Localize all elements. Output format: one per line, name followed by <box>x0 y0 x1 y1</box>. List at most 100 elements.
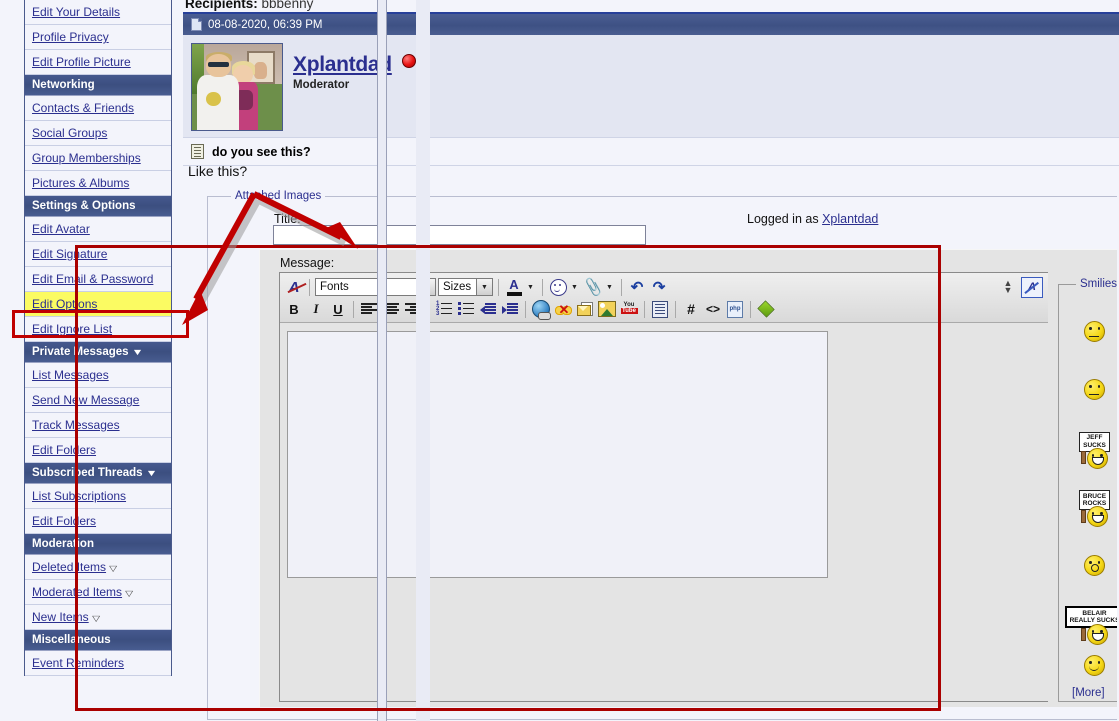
smilie-face <box>1084 654 1105 676</box>
smilies-more-link[interactable]: [More] <box>1072 687 1105 699</box>
sidebar-item-edit-ignore-list[interactable]: Edit Ignore List <box>25 317 171 342</box>
sidebar-item-label[interactable]: Event Reminders <box>32 656 124 670</box>
chevron-down-outline-icon[interactable]: ▽ <box>92 614 100 623</box>
toolbar-separator <box>542 278 543 296</box>
post-body: Xplantdad Moderator <box>183 35 1119 137</box>
insert-link-icon[interactable] <box>531 300 551 320</box>
sidebar-item-label[interactable]: Profile Privacy <box>32 30 109 44</box>
sidebar-item-label[interactable]: New Items <box>32 610 89 624</box>
remove-formatting-icon[interactable]: A <box>284 278 304 297</box>
sidebar-item-edit-profile-picture[interactable]: Edit Profile Picture <box>25 50 171 75</box>
insert-html-icon[interactable]: <> <box>703 300 723 319</box>
sidebar-item-social-groups[interactable]: Social Groups <box>25 121 171 146</box>
smilie-chevron-down-icon[interactable]: ▼ <box>568 278 581 297</box>
avatar[interactable] <box>191 43 283 131</box>
underline-icon[interactable]: U <box>328 300 348 319</box>
resize-editor-icon[interactable]: ▲ ▼ <box>998 278 1018 297</box>
sidebar-item-list-messages[interactable]: List Messages <box>25 363 171 388</box>
font-color-chevron-down-icon[interactable]: ▼ <box>524 278 537 297</box>
smilie-belair-really-sucks[interactable]: BELAIR REALLY SUCKS <box>1064 606 1117 646</box>
insert-image-icon[interactable] <box>597 300 617 319</box>
font-size-select[interactable]: Sizes ▼ <box>438 278 493 296</box>
sidebar-item-label[interactable]: Edit Your Details <box>32 5 120 19</box>
sidebar-item-label[interactable]: Edit Folders <box>32 443 96 457</box>
message-input[interactable] <box>287 331 828 578</box>
smilie-oh[interactable] <box>1084 554 1105 576</box>
sidebar-item-label[interactable]: Edit Email & Password <box>32 272 153 286</box>
sidebar-item-event-reminders[interactable]: Event Reminders <box>25 651 171 676</box>
align-left-icon[interactable] <box>359 300 379 319</box>
outdent-icon[interactable] <box>478 300 498 319</box>
title-input[interactable] <box>273 225 646 245</box>
sidebar-item-label[interactable]: Group Memberships <box>32 151 141 165</box>
remove-link-icon[interactable]: ✕ <box>553 300 573 319</box>
sidebar-item-label[interactable]: Edit Folders <box>32 514 96 528</box>
bold-icon[interactable]: B <box>284 300 304 319</box>
italic-icon[interactable]: I <box>306 300 326 319</box>
sidebar-section-private-messages[interactable]: Private Messages ▼ <box>25 342 171 363</box>
ordered-list-icon[interactable]: 123 <box>434 300 454 319</box>
sidebar-item-edit-avatar[interactable]: Edit Avatar <box>25 217 171 242</box>
sidebar-item-label[interactable]: Edit Profile Picture <box>32 55 131 69</box>
sidebar-item-label[interactable]: Edit Options <box>32 297 97 311</box>
sidebar-item-group-memberships[interactable]: Group Memberships <box>25 146 171 171</box>
redo-icon[interactable]: ↷ <box>649 278 669 297</box>
sidebar-item-track-messages[interactable]: Track Messages <box>25 413 171 438</box>
sidebar-item-label[interactable]: Deleted Items <box>32 560 106 574</box>
undo-icon[interactable]: ↶ <box>627 278 647 297</box>
sidebar-item-label[interactable]: List Messages <box>32 368 109 382</box>
sidebar-item-edit-your-details[interactable]: Edit Your Details <box>25 0 171 25</box>
sidebar-item-contacts-friends[interactable]: Contacts & Friends <box>25 96 171 121</box>
sidebar-item-edit-signature[interactable]: Edit Signature <box>25 242 171 267</box>
sidebar-section-subscribed-threads[interactable]: Subscribed Threads ▼ <box>25 463 171 484</box>
sidebar-item-new-items[interactable]: New Items ▽ <box>25 605 171 630</box>
sidebar-item-edit-folders[interactable]: Edit Folders <box>25 509 171 534</box>
sidebar-item-pictures-albums[interactable]: Pictures & Albums <box>25 171 171 196</box>
smilie-face <box>1086 447 1108 469</box>
sidebar-item-edit-options[interactable]: Edit Options <box>25 292 171 317</box>
sidebar-item-edit-folders[interactable]: Edit Folders <box>25 438 171 463</box>
attachment-icon[interactable]: 📎 <box>582 277 604 298</box>
sidebar-item-moderated-items[interactable]: Moderated Items ▽ <box>25 580 171 605</box>
toolbar-separator <box>525 300 526 318</box>
sidebar-item-send-new-message[interactable]: Send New Message <box>25 388 171 413</box>
sidebar-item-profile-privacy[interactable]: Profile Privacy <box>25 25 171 50</box>
unordered-list-icon[interactable] <box>456 300 476 319</box>
attachment-chevron-down-icon[interactable]: ▼ <box>603 278 616 297</box>
sidebar-item-label[interactable]: Edit Ignore List <box>32 322 112 336</box>
sidebar-item-label[interactable]: Edit Avatar <box>32 222 90 236</box>
wrap-quote-icon[interactable] <box>650 300 670 319</box>
smilie-bow[interactable] <box>1084 379 1105 401</box>
sidebar-item-label[interactable]: Edit Signature <box>32 247 107 261</box>
sidebar-item-edit-email-password[interactable]: Edit Email & Password <box>25 267 171 292</box>
smilie-jeff-sucks[interactable]: JEFF SUCKS <box>1079 431 1110 469</box>
logged-in-username-link[interactable]: Xplantdad <box>822 212 878 226</box>
sidebar-item-label[interactable]: Track Messages <box>32 418 120 432</box>
sidebar-item-label[interactable]: Contacts & Friends <box>32 101 134 115</box>
insert-video-icon[interactable]: You Tube <box>619 300 639 319</box>
chevron-down-outline-icon[interactable]: ▽ <box>109 564 117 573</box>
insert-email-icon[interactable] <box>575 300 595 319</box>
sidebar-item-label[interactable]: List Subscriptions <box>32 489 126 503</box>
smilie-confused[interactable] <box>1084 320 1105 342</box>
sidebar-item-label[interactable]: Pictures & Albums <box>32 176 129 190</box>
sidebar-item-label[interactable]: Send New Message <box>32 393 139 407</box>
chevron-down-outline-icon[interactable]: ▽ <box>125 589 133 598</box>
smilie-face <box>1086 506 1108 528</box>
toggle-wysiwyg-icon[interactable]: A <box>1020 276 1044 298</box>
smilie-content[interactable] <box>1084 654 1105 676</box>
smilie-bruce-rocks[interactable]: BRUCE ROCKS <box>1078 490 1111 528</box>
smilie-icon[interactable] <box>548 278 568 297</box>
indent-icon[interactable] <box>500 300 520 319</box>
sidebar-item-label[interactable]: Moderated Items <box>32 585 122 599</box>
sidebar-item-deleted-items[interactable]: Deleted Items ▽ <box>25 555 171 580</box>
sidebar-section-miscellaneous: Miscellaneous <box>25 630 171 651</box>
insert-code-icon[interactable]: # <box>681 300 701 319</box>
insert-gem-icon[interactable] <box>756 300 776 319</box>
chevron-down-icon[interactable]: ▼ <box>145 468 157 478</box>
sidebar-item-label[interactable]: Social Groups <box>32 126 107 140</box>
insert-php-icon[interactable]: php <box>725 300 745 319</box>
font-color-icon[interactable]: A <box>504 278 524 297</box>
chevron-down-icon[interactable]: ▼ <box>131 347 143 357</box>
sidebar-item-list-subscriptions[interactable]: List Subscriptions <box>25 484 171 509</box>
